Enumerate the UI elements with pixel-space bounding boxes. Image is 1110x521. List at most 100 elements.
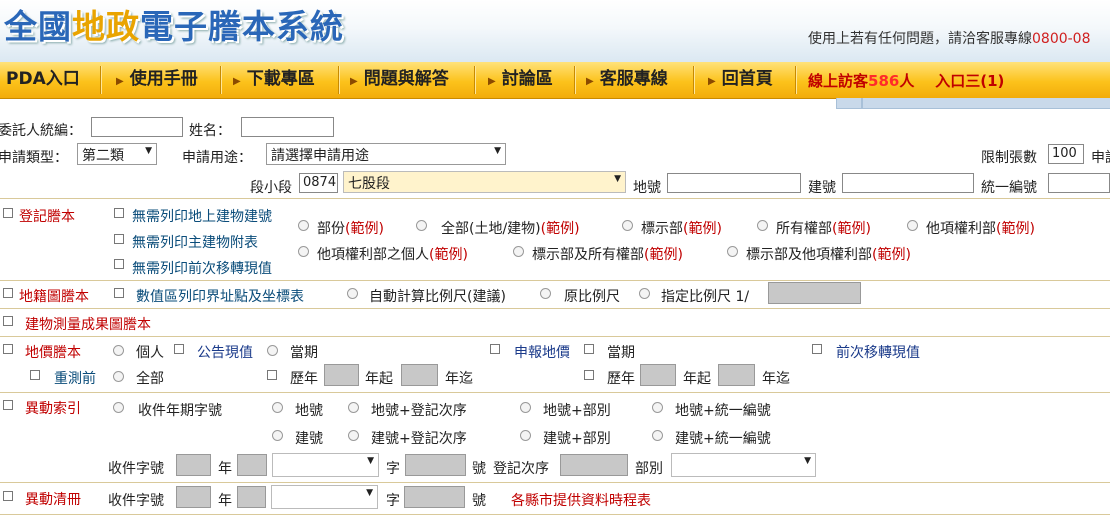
history-1-from-input[interactable] xyxy=(324,364,359,386)
bld-reg-radio[interactable] xyxy=(348,430,359,441)
apply-type-select[interactable]: 第二類 ▼ xyxy=(77,143,157,165)
change-detail-checkbox[interactable] xyxy=(3,491,13,501)
cd-number-input[interactable] xyxy=(404,486,465,508)
nav-support[interactable]: ▶ 客服專線 xyxy=(586,62,668,98)
client-id-input[interactable] xyxy=(91,117,183,137)
lot-unified-radio[interactable] xyxy=(652,402,663,413)
sample-link[interactable]: (範例) xyxy=(345,221,384,237)
history-2-from-input[interactable] xyxy=(640,364,676,386)
limit-input[interactable]: 100 xyxy=(1048,144,1084,164)
bld-radio[interactable] xyxy=(272,430,283,441)
nav-download-label: 下載專區 xyxy=(246,69,315,89)
no-print-building-checkbox[interactable] xyxy=(114,208,124,218)
sample-link[interactable]: (範例) xyxy=(832,221,871,237)
original-scale-radio[interactable] xyxy=(540,288,551,299)
system-logo[interactable]: 全國地政電子謄本系統 xyxy=(4,0,344,48)
nav-forum[interactable]: ▶ 討論區 xyxy=(488,62,553,98)
ci-reg-order-input[interactable] xyxy=(560,454,628,476)
reg-all-radio[interactable] xyxy=(416,220,427,231)
numeric-checkbox[interactable] xyxy=(114,288,124,298)
ci-office-input[interactable] xyxy=(237,454,267,476)
cd-char-select[interactable]: ▼ xyxy=(271,485,378,509)
reg-mark-other-radio[interactable] xyxy=(727,246,738,257)
arrow-icon: ▶ xyxy=(708,76,716,87)
ci-reg-order-label: 登記次序 xyxy=(493,461,549,477)
no-print-annex-checkbox[interactable] xyxy=(114,234,124,244)
nav-support-label: 客服專線 xyxy=(599,69,668,89)
sample-link[interactable]: (範例) xyxy=(429,247,468,263)
history-1-label: 歷年 xyxy=(290,371,318,387)
nav-download[interactable]: ▶ 下載專區 xyxy=(233,62,315,98)
cd-office-input[interactable] xyxy=(237,486,266,508)
all-label: 全部 xyxy=(136,371,164,387)
receipt-year-radio[interactable] xyxy=(113,402,124,413)
lot-reg-radio[interactable] xyxy=(348,402,359,413)
remeasure-checkbox[interactable] xyxy=(30,370,40,380)
reg-checkbox[interactable] xyxy=(3,208,13,218)
nav-faq[interactable]: ▶ 問題與解答 xyxy=(350,62,449,98)
reg-mark-owner-radio[interactable] xyxy=(513,246,524,257)
announced-current-radio[interactable] xyxy=(267,345,278,356)
history-1-checkbox[interactable] xyxy=(267,370,277,380)
land-value-checkbox[interactable] xyxy=(3,344,13,354)
divider xyxy=(0,336,1110,337)
ci-number-input[interactable] xyxy=(405,454,466,476)
lot-radio[interactable] xyxy=(272,402,283,413)
cadastral-checkbox[interactable] xyxy=(3,288,13,298)
history-2-checkbox[interactable] xyxy=(584,370,594,380)
name-input[interactable] xyxy=(241,117,334,137)
lot-label: 地號 xyxy=(633,180,661,196)
change-index-checkbox[interactable] xyxy=(3,400,13,410)
reg-partial-radio[interactable] xyxy=(298,220,309,231)
reg-other-person-radio[interactable] xyxy=(298,246,309,257)
declared-checkbox[interactable] xyxy=(490,344,500,354)
announced-checkbox[interactable] xyxy=(174,344,184,354)
ci-char-select[interactable]: ▼ xyxy=(272,453,379,477)
prev-transfer-label: 前次移轉現值 xyxy=(836,345,920,361)
ci-year-input[interactable] xyxy=(176,454,211,476)
unified-input[interactable] xyxy=(1048,173,1110,193)
lot-unified-label: 地號+統一編號 xyxy=(675,403,771,419)
nav-pda[interactable]: PDA入口 xyxy=(6,62,80,98)
section-code-input[interactable]: 0874 xyxy=(299,173,338,193)
sample-link[interactable]: (範例) xyxy=(541,221,580,237)
year-from-1-label: 年起 xyxy=(365,371,393,387)
history-1-to-input[interactable] xyxy=(401,364,438,386)
purpose-select[interactable]: 請選擇申請用途 ▼ xyxy=(266,143,506,165)
cd-year-input[interactable] xyxy=(176,486,211,508)
ci-part-select[interactable]: ▼ xyxy=(671,453,816,477)
unified-label: 統一編號 xyxy=(981,180,1037,196)
declared-current-checkbox[interactable] xyxy=(584,344,594,354)
schedule-link[interactable]: 各縣市提供資料時程表 xyxy=(511,490,651,510)
cadastral-title: 地籍圖謄本 xyxy=(19,289,89,305)
nav-manual[interactable]: ▶ 使用手冊 xyxy=(116,62,198,98)
sample-link[interactable]: (範例) xyxy=(644,247,683,263)
reg-owner-radio[interactable] xyxy=(757,220,768,231)
building-input[interactable] xyxy=(842,173,974,193)
history-2-to-input[interactable] xyxy=(718,364,755,386)
scale-input[interactable] xyxy=(768,282,861,304)
bld-unified-radio[interactable] xyxy=(652,430,663,441)
auto-scale-radio[interactable] xyxy=(347,288,358,299)
lot-part-radio[interactable] xyxy=(520,402,531,413)
all-radio[interactable] xyxy=(113,371,124,382)
building-survey-checkbox[interactable] xyxy=(3,316,13,326)
specified-scale-radio[interactable] xyxy=(639,288,650,299)
bld-part-radio[interactable] xyxy=(520,430,531,441)
sample-link[interactable]: (範例) xyxy=(683,221,722,237)
reg-other-radio[interactable] xyxy=(907,220,918,231)
apply-type-label: 申請類型： xyxy=(0,150,68,166)
nav-divider xyxy=(474,66,476,94)
sample-link[interactable]: (範例) xyxy=(872,247,911,263)
reg-mark-radio[interactable] xyxy=(622,220,633,231)
nav-home[interactable]: ▶ 回首頁 xyxy=(708,62,773,98)
section-select[interactable]: 七股段 ▼ xyxy=(343,171,626,193)
lot-input[interactable] xyxy=(667,173,801,193)
sample-link[interactable]: (範例) xyxy=(996,221,1035,237)
prev-transfer-checkbox[interactable] xyxy=(812,344,822,354)
nav-home-label: 回首頁 xyxy=(721,69,773,89)
lot-part-label: 地號+部別 xyxy=(543,403,611,419)
no-print-transfer-checkbox[interactable] xyxy=(114,259,124,269)
personal-radio[interactable] xyxy=(113,345,124,356)
section-label: 段小段 xyxy=(250,180,292,196)
